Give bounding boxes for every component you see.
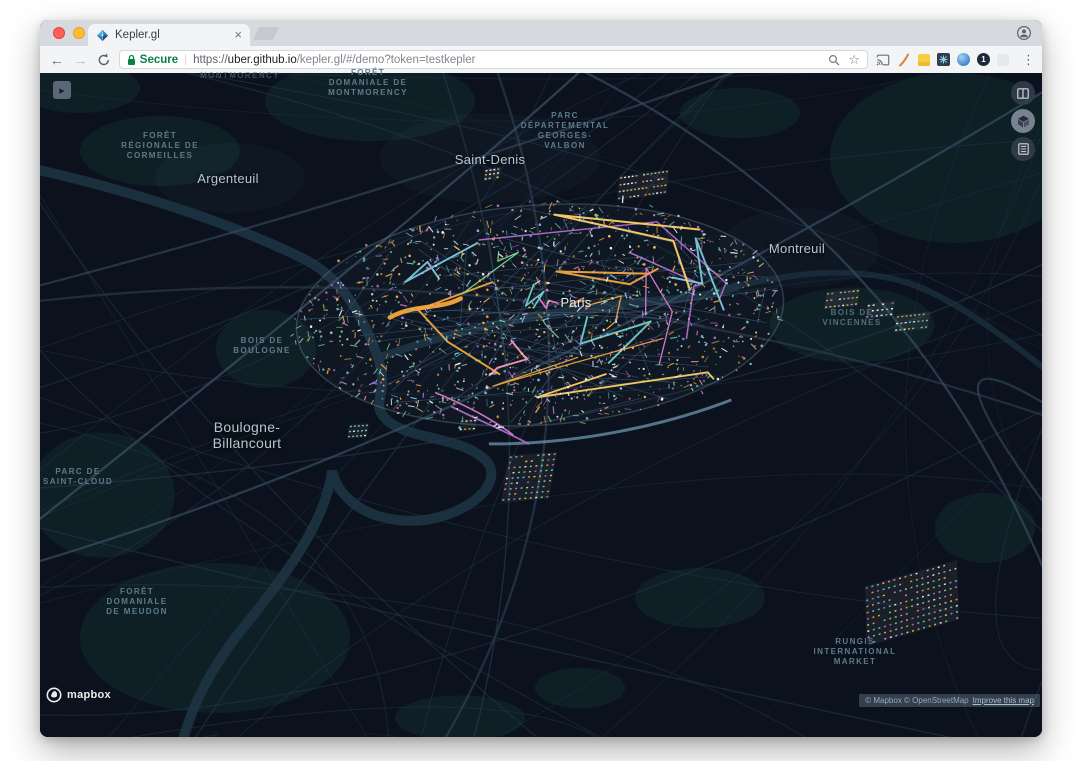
globe-extension-icon[interactable] (956, 53, 970, 66)
browser-window: Kepler.gl × ← → Secure | https://uber.gi… (40, 20, 1042, 737)
address-divider: | (184, 53, 188, 66)
secure-label: Secure (139, 53, 179, 66)
map-attribution: © Mapbox © OpenStreetMap Improve this ma… (859, 694, 1040, 707)
search-icon[interactable] (828, 54, 840, 66)
profile-icon[interactable] (1016, 25, 1032, 41)
bookmark-star-icon[interactable]: ☆ (848, 53, 860, 66)
minimize-button[interactable] (73, 27, 85, 39)
url-scheme: https:// (193, 53, 228, 66)
disabled-extension-icon[interactable] (996, 53, 1009, 66)
new-tab-button[interactable] (252, 27, 280, 40)
browser-tab[interactable]: Kepler.gl × (88, 24, 250, 46)
address-bar[interactable]: Secure | https://uber.github.io/kepler.g… (118, 50, 868, 69)
tab-bar: Kepler.gl × (40, 20, 1042, 46)
improve-map-link[interactable]: Improve this map (973, 696, 1034, 705)
notes-extension-icon[interactable] (917, 53, 930, 66)
slash-extension-icon[interactable] (897, 53, 911, 67)
close-button[interactable] (53, 27, 65, 39)
map-canvas[interactable] (40, 73, 1042, 737)
extensions-area: 1 ⋮ (876, 52, 1035, 68)
cast-icon[interactable] (876, 53, 890, 67)
chrome-menu-icon[interactable]: ⋮ (1022, 52, 1035, 68)
mapbox-logo[interactable]: mapbox (46, 687, 111, 703)
attribution-text: © Mapbox © OpenStreetMap (865, 696, 969, 705)
tab-title: Kepler.gl (115, 29, 160, 41)
map-viewport[interactable]: MONTMORENCY FORÊT DOMANIALE DE MONTMOREN… (40, 68, 1042, 737)
toggle-3d-button[interactable] (1011, 109, 1035, 133)
expand-sidebar-button[interactable]: ▸ (53, 81, 71, 99)
url-host: uber.github.io (227, 53, 297, 66)
mapbox-logo-icon (46, 687, 62, 703)
url-path: /kepler.gl/#/demo?token=testkepler (296, 53, 476, 66)
browser-toolbar: ← → Secure | https://uber.github.io/kepl… (40, 46, 1042, 73)
tab-close-icon[interactable]: × (234, 28, 242, 41)
mapbox-logo-text: mapbox (67, 689, 111, 701)
forward-button[interactable]: → (72, 51, 90, 69)
reload-button[interactable] (95, 51, 113, 69)
split-map-button[interactable] (1011, 81, 1035, 105)
badge-extension-icon[interactable]: 1 (976, 53, 990, 66)
back-button[interactable]: ← (48, 51, 66, 69)
map-controls (1011, 81, 1035, 161)
legend-button[interactable] (1011, 137, 1035, 161)
settings-extension-icon[interactable] (936, 53, 950, 66)
kepler-favicon-icon (96, 29, 109, 41)
secure-lock-icon (127, 54, 135, 65)
